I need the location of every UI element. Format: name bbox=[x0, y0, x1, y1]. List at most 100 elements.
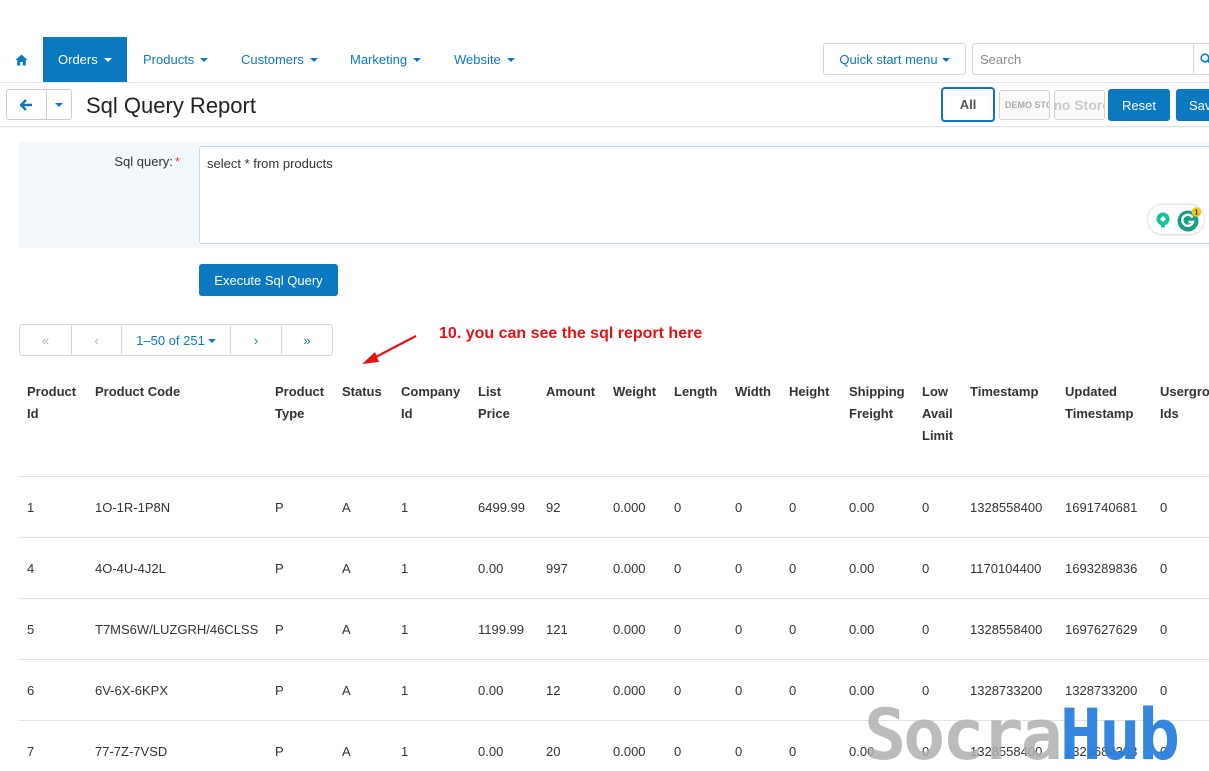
table-cell: 12 bbox=[546, 682, 561, 698]
column-header-line: Timestamp bbox=[970, 384, 1039, 399]
table-cell: 0 bbox=[789, 682, 797, 698]
column-header: Amount bbox=[546, 381, 595, 403]
table-cell: 0.000 bbox=[613, 560, 646, 576]
table-cell: 0 bbox=[674, 499, 682, 515]
table-cell: 0 bbox=[789, 560, 797, 576]
table-cell: 6V-6X-6KPX bbox=[95, 682, 168, 698]
table-cell: 0.00 bbox=[478, 682, 504, 698]
table-cell: A bbox=[342, 682, 351, 698]
column-header: Length bbox=[674, 381, 717, 403]
nav-products[interactable]: Products bbox=[143, 37, 209, 82]
column-header-line: Timestamp bbox=[1065, 406, 1134, 421]
store-filter-all-button[interactable]: All bbox=[941, 87, 995, 122]
nav-customers-label: Customers bbox=[241, 52, 304, 67]
watermark-part-b: Hub bbox=[1059, 694, 1180, 771]
sql-query-textarea[interactable]: select * from products bbox=[199, 146, 1209, 244]
column-header-line: Length bbox=[674, 384, 718, 399]
quick-start-label: Quick start menu bbox=[839, 51, 938, 67]
column-header-line: Height bbox=[789, 384, 830, 399]
page-range-label: 1–50 of 251 bbox=[136, 332, 205, 348]
column-header-line: Product bbox=[27, 384, 77, 399]
store-logo-text: DEMO STORE bbox=[1005, 100, 1049, 110]
store-filter-demo-store-logo[interactable]: DEMO STORE bbox=[999, 90, 1050, 120]
nav-customers[interactable]: Customers bbox=[241, 37, 318, 82]
column-header-line: Amount bbox=[546, 384, 596, 399]
table-cell: A bbox=[342, 499, 351, 515]
reset-button[interactable]: Reset bbox=[1108, 89, 1170, 121]
table-cell: 0.00 bbox=[849, 560, 875, 576]
table-cell: 0 bbox=[922, 560, 930, 576]
store-name-text: Demo Store bbox=[1055, 97, 1104, 113]
save-button[interactable]: Save bbox=[1176, 89, 1209, 121]
table-cell: 1 bbox=[27, 499, 35, 515]
grammarly-icon: 1 bbox=[1177, 206, 1202, 231]
column-header-line: Product bbox=[275, 384, 325, 399]
execute-sql-query-button[interactable]: Execute Sql Query bbox=[199, 264, 338, 296]
table-cell: 0.00 bbox=[849, 621, 875, 637]
table-cell: 0 bbox=[1160, 499, 1168, 515]
table-cell: 0 bbox=[735, 499, 743, 515]
title-bar: Sql Query Report All DEMO STORE Demo Sto… bbox=[0, 82, 1209, 127]
table-cell: 1 bbox=[401, 621, 409, 637]
store-filter-demo-store-name[interactable]: Demo Store bbox=[1054, 90, 1105, 120]
table-cell: P bbox=[275, 621, 284, 637]
nav-orders[interactable]: Orders bbox=[43, 37, 127, 82]
nav-marketing[interactable]: Marketing bbox=[350, 37, 422, 82]
table-cell: 1O-1R-1P8N bbox=[95, 499, 171, 515]
table-cell: 1697627629 bbox=[1065, 621, 1138, 637]
first-page-button[interactable]: « bbox=[20, 325, 72, 355]
last-page-button[interactable]: » bbox=[282, 325, 332, 355]
table-cell: 1328558400 bbox=[970, 621, 1043, 637]
table-cell: 0 bbox=[735, 560, 743, 576]
column-header-line: Id bbox=[401, 406, 413, 421]
back-button[interactable] bbox=[7, 90, 47, 119]
table-cell: 4 bbox=[27, 560, 35, 576]
table-cell: 1170104400 bbox=[970, 560, 1042, 576]
table-cell: 1 bbox=[401, 499, 409, 515]
next-page-button[interactable]: › bbox=[231, 325, 282, 355]
nav-website[interactable]: Website bbox=[454, 37, 515, 82]
sql-query-label: Sql query: * bbox=[19, 154, 180, 169]
column-header-line: Usergroup bbox=[1160, 384, 1209, 399]
column-header: List Price bbox=[478, 381, 510, 425]
column-header: Weight bbox=[613, 381, 656, 403]
annotation-text: 10. you can see the sql report here bbox=[439, 325, 703, 342]
table-cell: 0.000 bbox=[613, 621, 646, 637]
required-mark: * bbox=[174, 154, 180, 169]
column-header-line: Freight bbox=[849, 406, 894, 421]
column-header: Product Id bbox=[27, 381, 76, 425]
table-cell: 92 bbox=[546, 499, 561, 515]
table-cell: 0 bbox=[1160, 621, 1168, 637]
column-header: Usergroup Ids bbox=[1160, 381, 1209, 425]
column-header: Shipping Freight bbox=[849, 381, 905, 425]
table-cell: 1328558400 bbox=[970, 499, 1043, 515]
nav-orders-label: Orders bbox=[58, 52, 98, 67]
table-cell: 0.000 bbox=[613, 743, 646, 759]
table-cell: 0 bbox=[789, 743, 797, 759]
socrahub-watermark: SocraHub bbox=[864, 694, 1180, 771]
table-cell: P bbox=[275, 499, 284, 515]
table-row: 5 T7MS6W/LUZGRH/46CLSS P A 1 1199.99 121 0.000 0… bbox=[19, 599, 1209, 660]
table-cell: 0 bbox=[735, 621, 743, 637]
search-input[interactable] bbox=[972, 43, 1194, 75]
chevron-down-icon bbox=[941, 57, 950, 62]
page-title: Sql Query Report bbox=[86, 93, 256, 118]
search-button[interactable] bbox=[1193, 43, 1209, 75]
table-cell: 0.000 bbox=[613, 499, 646, 515]
history-dropdown-button[interactable] bbox=[47, 90, 71, 119]
column-header-line: Product Code bbox=[95, 384, 181, 399]
column-header-line: Avail bbox=[922, 406, 953, 421]
table-cell: 1199.99 bbox=[478, 621, 525, 637]
table-cell: P bbox=[275, 560, 284, 576]
table-cell: 1 bbox=[401, 560, 409, 576]
column-header: Product Code bbox=[95, 381, 180, 403]
table-cell: A bbox=[342, 743, 351, 759]
prev-page-button[interactable]: ‹ bbox=[72, 325, 122, 355]
quick-start-menu-button[interactable]: Quick start menu bbox=[823, 43, 966, 75]
page-range-dropdown[interactable]: 1–50 of 251 bbox=[122, 325, 231, 355]
table-cell: A bbox=[342, 560, 351, 576]
home-button[interactable] bbox=[0, 37, 43, 82]
grammarly-widget[interactable]: 1 bbox=[1148, 205, 1204, 234]
chevron-down-icon bbox=[506, 58, 515, 62]
chevron-down-icon bbox=[200, 58, 209, 62]
